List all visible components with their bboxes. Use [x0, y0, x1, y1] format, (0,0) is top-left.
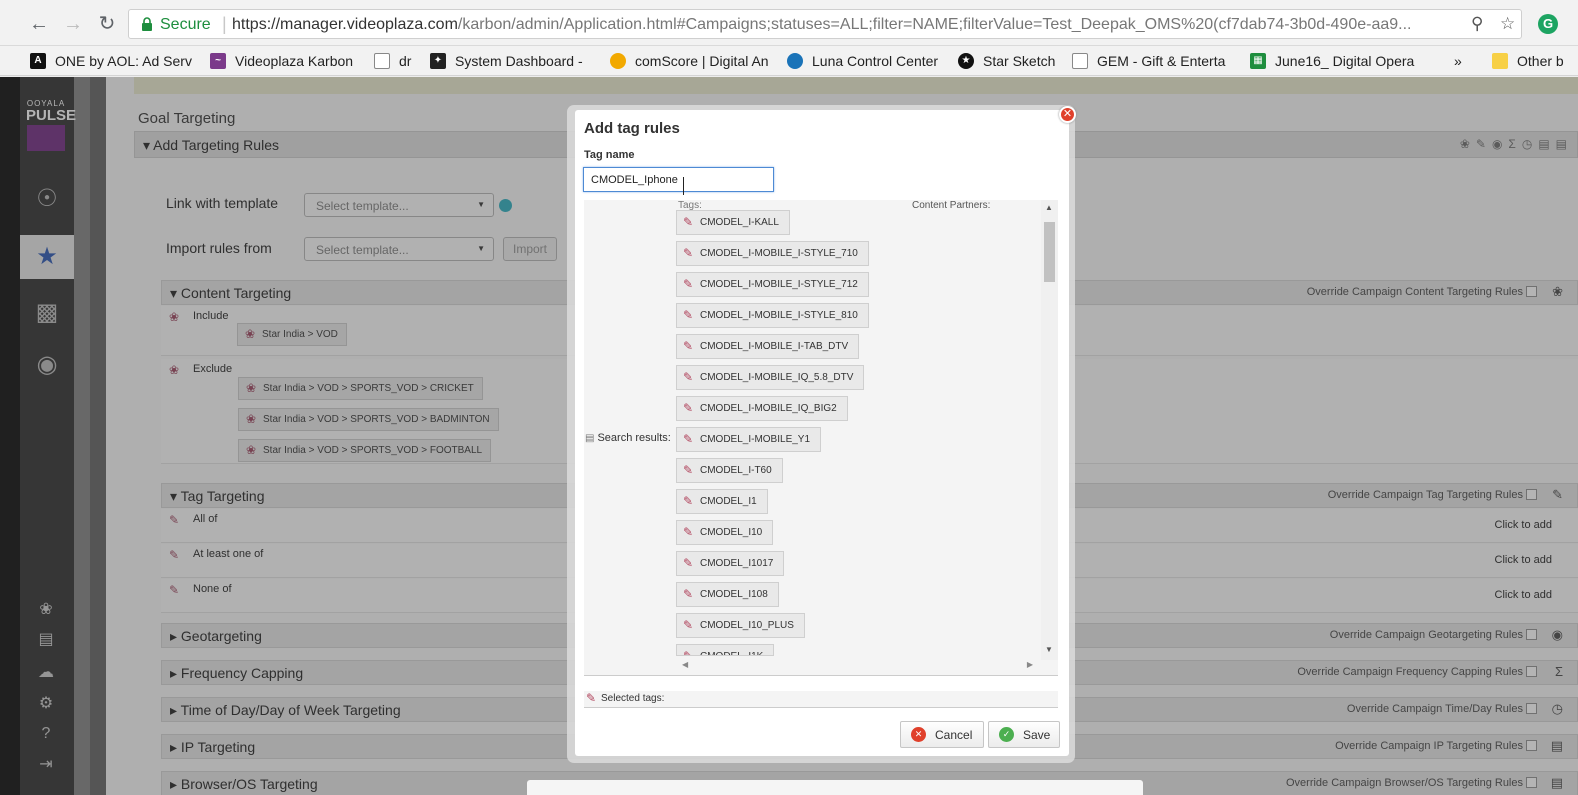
save-check-icon: ✓	[999, 727, 1014, 742]
bookmark-item[interactable]: ▦ June16_ Digital Opera	[1250, 51, 1414, 71]
aol-icon: A	[30, 53, 46, 69]
url-separator: |	[222, 14, 227, 34]
content-partners-label: Content Partners:	[912, 200, 991, 211]
search-results-label: ▤ Search results:	[585, 432, 671, 444]
tag-result[interactable]: CMODEL_I10	[676, 520, 774, 545]
url-path: /karbon/admin/Application.html#Campaigns…	[457, 16, 1412, 33]
tag-result[interactable]: CMODEL_I-MOBILE_IQ_BIG2	[676, 396, 848, 421]
bookmark-star-icon[interactable]: ☆	[1500, 14, 1515, 34]
tag-result[interactable]: CMODEL_I1017	[676, 551, 785, 576]
add-tag-rules-dialog: Add tag rules Tag name Tags: Content Par…	[575, 110, 1069, 756]
dialog-title: Add tag rules	[584, 120, 680, 137]
tag-result[interactable]: CMODEL_I-MOBILE_I-STYLE_710	[676, 241, 869, 266]
star-sketch-icon: ★	[958, 53, 974, 69]
close-icon[interactable]: ✕	[1059, 106, 1076, 123]
page-icon	[1072, 53, 1088, 69]
scroll-up-icon[interactable]: ▲	[1045, 203, 1053, 212]
bookmark-item[interactable]: dr	[374, 51, 411, 71]
folder-icon	[1492, 53, 1508, 69]
bookmark-item[interactable]: Luna Control Center	[787, 51, 938, 71]
tag-result[interactable]: CMODEL_I-MOBILE_I-STYLE_712	[676, 272, 869, 297]
lock-icon	[142, 17, 152, 31]
forward-icon[interactable]: →	[62, 13, 84, 35]
scroll-left-icon[interactable]: ◀	[682, 660, 688, 669]
jira-icon: ✦	[430, 53, 446, 69]
background-dialog-edge	[527, 780, 1143, 795]
scroll-down-icon[interactable]: ▼	[1045, 645, 1053, 654]
reload-icon[interactable]: ↻	[96, 13, 118, 35]
tag-result[interactable]: CMODEL_I1	[676, 489, 768, 514]
zoom-icon[interactable]: ⚲	[1471, 14, 1483, 34]
app-page: OOYALA PULSE ☉ ★ ▩ ◉ ❀ ▤ ☁ ⚙ ? ⇥ Goal Ta…	[0, 77, 1578, 795]
vertical-scrollbar[interactable]: ▲ ▼	[1041, 200, 1058, 660]
tag-result[interactable]: CMODEL_I-MOBILE_I-STYLE_810	[676, 303, 869, 328]
secure-label: Secure	[160, 16, 211, 33]
tag-result[interactable]: CMODEL_I1K	[676, 644, 775, 656]
tag-result[interactable]: CMODEL_I10_PLUS	[676, 613, 805, 638]
bookmarks-bar: A ONE by AOL: Ad Serv ~ Videoplaza Karbon …	[0, 46, 1578, 76]
videoplaza-icon: ~	[210, 53, 226, 69]
text-cursor	[683, 177, 687, 195]
url-text[interactable]: https://manager.videoplaza.com/karbon/ad…	[232, 16, 1447, 34]
grammarly-extension-icon[interactable]: G	[1538, 14, 1558, 34]
other-bookmarks[interactable]: Other b	[1492, 51, 1564, 71]
tag-result[interactable]: CMODEL_I-T60	[676, 458, 783, 483]
tag-result[interactable]: CMODEL_I-MOBILE_Y1	[676, 427, 822, 452]
scroll-thumb[interactable]	[1044, 222, 1055, 282]
akamai-icon	[787, 53, 803, 69]
bookmark-item[interactable]: comScore | Digital An	[610, 51, 769, 71]
tag-result[interactable]: CMODEL_I108	[676, 582, 779, 607]
bookmark-item[interactable]: ✦ System Dashboard -	[430, 51, 583, 71]
address-bar[interactable]: Secure | https://manager.videoplaza.com/…	[128, 9, 1522, 39]
cancel-x-icon: ✕	[911, 727, 926, 742]
selected-tags-row: Selected tags:	[584, 691, 1058, 708]
tag-result[interactable]: CMODEL_I-KALL	[676, 210, 790, 235]
search-results-icon: ▤	[585, 433, 595, 444]
browser-toolbar: ← → ↻ Secure | https://manager.videoplaz…	[0, 0, 1578, 46]
search-results-panel: Tags: Content Partners: ▤ Search results:…	[584, 200, 1058, 676]
url-host: https://manager.videoplaza.com	[232, 16, 458, 33]
bookmark-item[interactable]: ~ Videoplaza Karbon	[210, 51, 353, 71]
page-icon	[374, 53, 390, 69]
more-bookmarks[interactable]: »	[1454, 51, 1462, 71]
comscore-icon	[610, 53, 626, 69]
tag-result[interactable]: CMODEL_I-MOBILE_IQ_5.8_DTV	[676, 365, 865, 390]
tag-name-label: Tag name	[584, 149, 635, 161]
bookmark-item[interactable]: ★ Star Sketch	[958, 51, 1055, 71]
horizontal-scrollbar[interactable]: ◀ ▶	[676, 658, 1039, 673]
tag-result[interactable]: CMODEL_I-MOBILE_I-TAB_DTV	[676, 334, 860, 359]
back-icon[interactable]: ←	[28, 13, 50, 35]
save-button[interactable]: ✓ Save	[988, 721, 1060, 748]
cancel-button[interactable]: ✕ Cancel	[900, 721, 984, 748]
scroll-right-icon[interactable]: ▶	[1027, 660, 1033, 669]
bookmark-item[interactable]: GEM - Gift & Enterta	[1072, 51, 1225, 71]
sheets-icon: ▦	[1250, 53, 1266, 69]
bookmark-item[interactable]: A ONE by AOL: Ad Serv	[30, 51, 192, 71]
tag-name-input[interactable]	[583, 167, 774, 192]
